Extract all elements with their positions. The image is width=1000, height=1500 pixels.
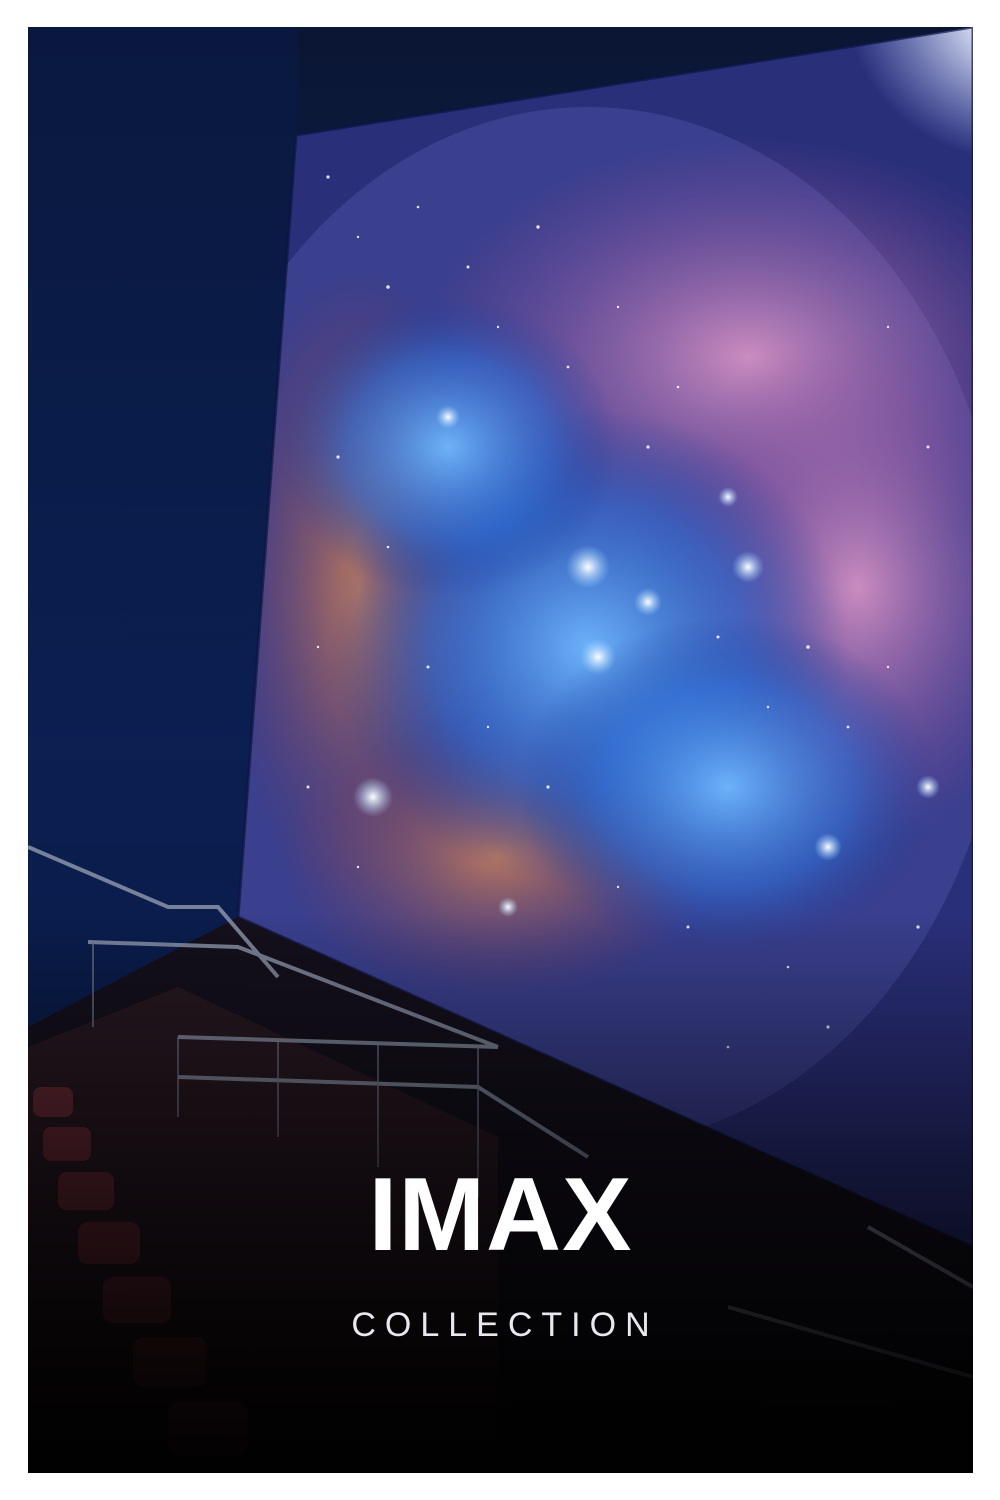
poster-subtitle: COLLECTION [351,1306,659,1344]
poster-title: IMAX [368,1157,633,1273]
poster-card[interactable]: IMAX COLLECTION [28,27,973,1473]
